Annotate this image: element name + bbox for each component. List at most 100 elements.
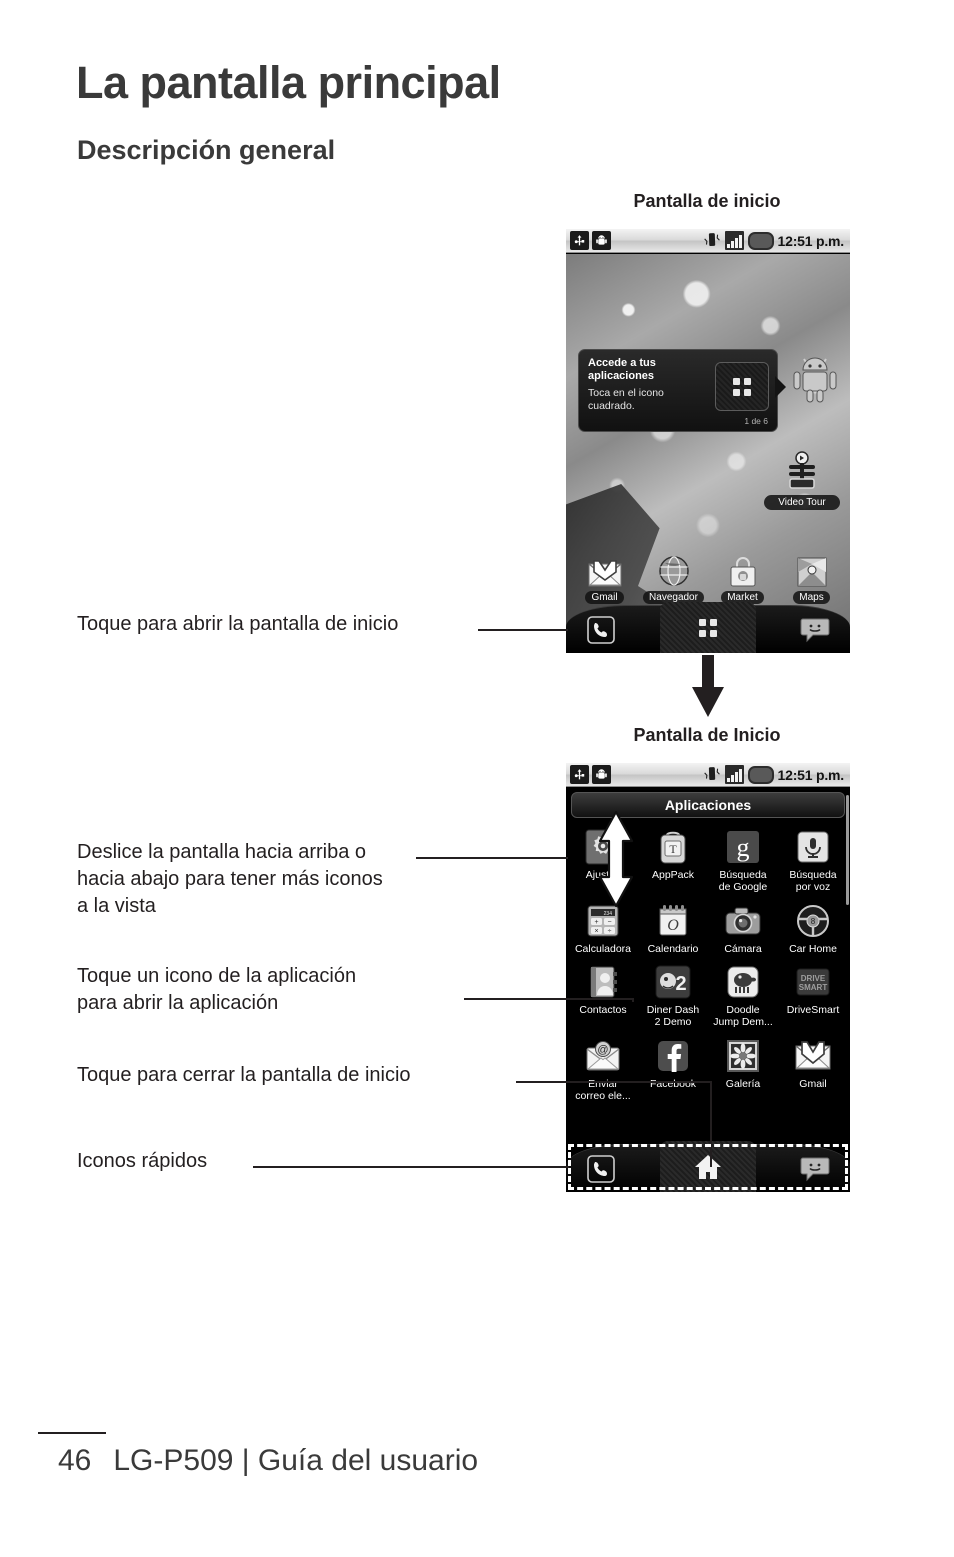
app-busqueda-por-voz[interactable]: Búsqueda por voz (778, 822, 848, 894)
app-facebook[interactable]: Facebook (638, 1031, 708, 1103)
app-calendario[interactable]: O Calendario (638, 896, 708, 956)
video-tour-label: Video Tour (764, 495, 840, 510)
apps-dock-area (566, 1141, 850, 1192)
tip-counter: 1 de 6 (744, 416, 768, 427)
leader-line-3-vertical (632, 998, 634, 1002)
video-tour-widget[interactable]: Video Tour (764, 451, 840, 510)
home-app-maps[interactable]: Maps (781, 549, 843, 605)
svg-text:×: × (594, 928, 598, 935)
app-car-home[interactable]: 8 Car Home (778, 896, 848, 956)
callout-quick-icons: Iconos rápidos (77, 1150, 208, 1172)
footer: 46 LG-P509 | Guía del usuario (58, 1444, 478, 1478)
app-camara[interactable]: Cámara (708, 896, 778, 956)
svg-text:@: @ (597, 1044, 608, 1056)
svg-text:2: 2 (675, 973, 686, 995)
browser-globe-icon (643, 549, 705, 587)
market-bag-icon (712, 549, 774, 587)
android-icon (592, 765, 611, 784)
app-enviar-correo[interactable]: @ Enviar correo ele... (568, 1031, 638, 1103)
android-mascot-icon (792, 353, 838, 403)
app-gmail[interactable]: Gmail (778, 1031, 848, 1103)
svg-text:÷: ÷ (608, 928, 612, 935)
leader-line-1 (478, 629, 568, 631)
app-grid-icon (699, 619, 717, 637)
app-label: Contactos (579, 1004, 627, 1017)
figure-caption-apps-screen: Pantalla de Inicio (633, 725, 781, 745)
app-label: AppPack (651, 869, 695, 881)
figure-caption-home-screen: Pantalla de inicio (633, 191, 781, 211)
callout-touch-app-icon: Toque un icono de la aplicación para abr… (77, 965, 357, 1014)
android-icon (592, 231, 611, 250)
usb-icon (570, 765, 589, 784)
camera-icon (708, 900, 778, 942)
dock-phone-button[interactable] (580, 609, 622, 651)
apps-dock (566, 1141, 850, 1192)
dock-phone-button[interactable] (580, 1148, 622, 1190)
tip-pointer (775, 376, 786, 398)
svg-text:g: g (737, 833, 750, 862)
app-diner-dash[interactable]: 2 Diner Dash 2 Demo (638, 957, 708, 1029)
page-subtitle: Descripción general (77, 135, 336, 165)
callout-open-home-screen: Toque para abrir la pantalla de inicio (77, 613, 399, 635)
home-app-gmail[interactable]: Gmail (574, 549, 636, 605)
svg-text:SMART: SMART (799, 983, 828, 992)
home-app-label: Maps (793, 591, 830, 604)
leader-line-3 (464, 998, 634, 1000)
home-app-row: Gmail Navegador Market Maps (566, 549, 850, 605)
app-label: Búsqueda de Google (718, 869, 768, 893)
vibrate-icon (701, 763, 723, 787)
app-grid-icon (715, 362, 769, 411)
tip-bubble[interactable]: Accede a tus aplicaciones Toca en el ico… (578, 349, 786, 433)
google-search-icon: g (708, 826, 778, 868)
app-label: Diner Dash 2 Demo (646, 1004, 700, 1028)
app-doodle-jump[interactable]: Doodle Jump Dem... (708, 957, 778, 1029)
app-label: Cámara (724, 942, 762, 955)
app-contactos[interactable]: Contactos (568, 957, 638, 1029)
leader-line-4-vertical (710, 1081, 712, 1167)
home-app-market[interactable]: Market (712, 549, 774, 605)
leader-line-4 (516, 1081, 712, 1083)
svg-text:234: 234 (604, 911, 613, 917)
app-drivesmart[interactable]: DRIVE SMART DriveSmart (778, 957, 848, 1029)
callout-scroll-screen: Deslice la pantalla hacia arriba o hacia… (77, 841, 383, 917)
battery-icon (747, 765, 774, 784)
svg-text:DRIVE: DRIVE (801, 974, 826, 983)
svg-text:−: − (607, 919, 611, 926)
dock-messaging-button[interactable] (794, 1148, 836, 1190)
car-home-steering-icon: 8 (778, 900, 848, 942)
signal-bars-icon (724, 765, 744, 784)
status-bar: 12:51 p.m. (566, 763, 850, 787)
app-label: Car Home (789, 942, 837, 955)
leader-line-5 (253, 1166, 569, 1168)
status-bar-time: 12:51 p.m. (777, 232, 845, 249)
dock-home-button[interactable] (660, 1141, 756, 1192)
home-app-navegador[interactable]: Navegador (643, 549, 705, 605)
leader-line-2 (416, 857, 568, 859)
page-number: 46 (58, 1444, 92, 1477)
app-apppack[interactable]: T AppPack (638, 822, 708, 894)
battery-icon (747, 231, 774, 250)
dock-messaging-button[interactable] (794, 609, 836, 651)
app-galeria[interactable]: Galería (708, 1031, 778, 1103)
status-bar-time: 12:51 p.m. (777, 766, 845, 783)
svg-text:T: T (669, 842, 677, 856)
flow-down-arrow-icon (690, 655, 726, 717)
apppack-icon: T (638, 826, 708, 868)
svg-text:+: + (594, 919, 598, 926)
dock-launcher-button[interactable] (660, 602, 756, 653)
svg-text:8: 8 (811, 917, 816, 926)
app-label: DriveSmart (786, 1004, 840, 1017)
voice-search-mic-icon (778, 826, 848, 868)
email-icon: @ (568, 1035, 638, 1077)
facebook-icon (638, 1035, 708, 1077)
app-busqueda-de-google[interactable]: g Búsqueda de Google (708, 822, 778, 894)
home-app-label: Gmail (585, 591, 624, 604)
video-tour-icon (779, 451, 825, 493)
app-label: Calculadora (574, 942, 632, 955)
diner-dash-icon: 2 (638, 961, 708, 1003)
callout-close-home-screen: Toque para cerrar la pantalla de inicio (77, 1064, 411, 1086)
scroll-updown-arrow-icon (596, 810, 636, 908)
app-label: Búsqueda por voz (789, 869, 837, 893)
maps-icon (781, 549, 843, 587)
phone-screenshot-home: 12:51 p.m. Accede a tus aplicaciones Toc… (566, 229, 850, 653)
